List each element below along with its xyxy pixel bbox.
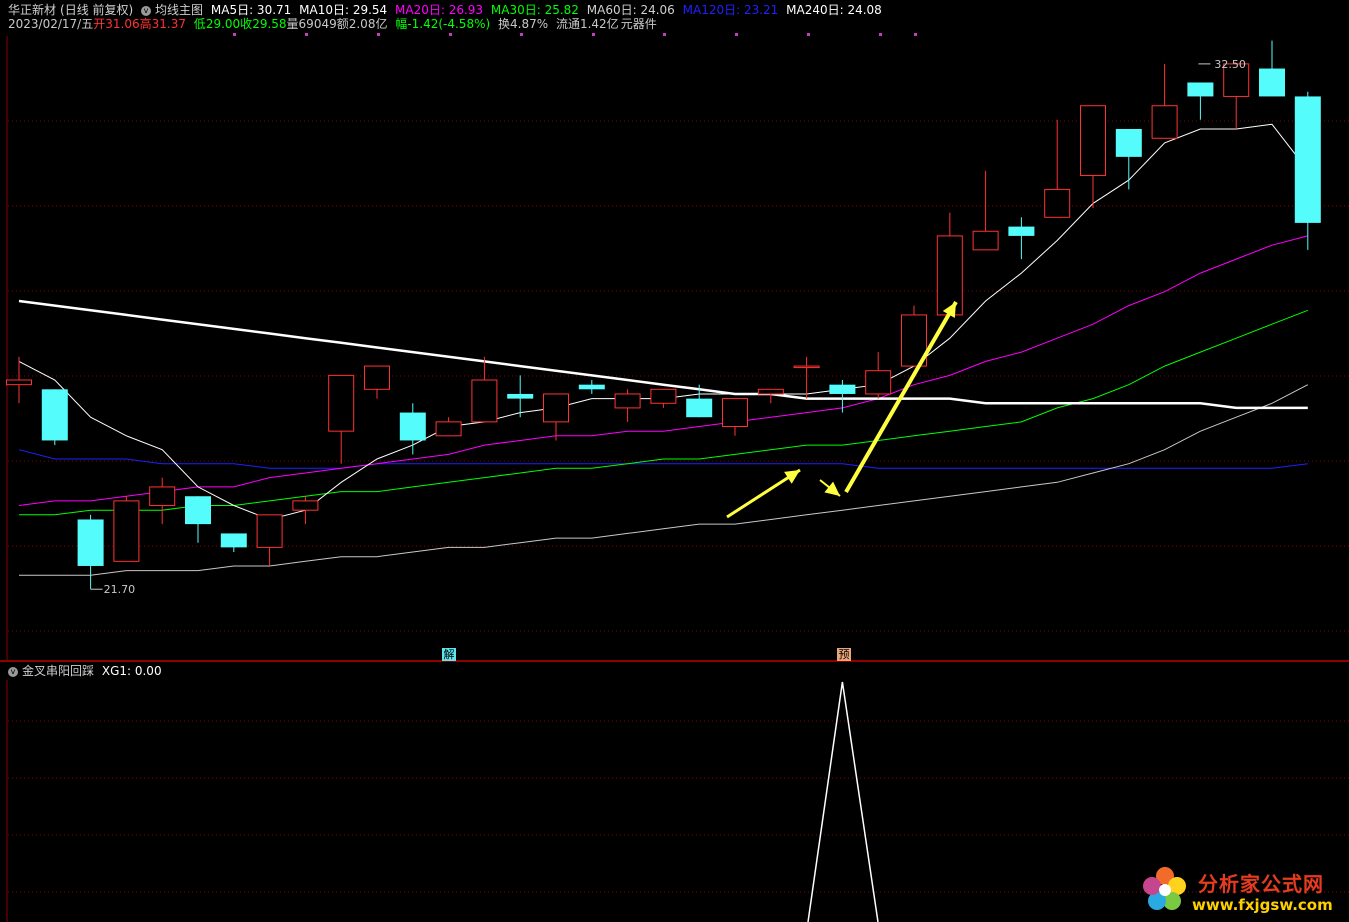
candle-body-8 [292, 500, 319, 511]
flower-logo-icon [1143, 867, 1186, 910]
logo-url: www.fxjgsw.com [1192, 896, 1333, 914]
candle-body-28 [1008, 226, 1035, 236]
candle-body-21 [757, 388, 784, 395]
top-tick-marker-5 [592, 33, 595, 36]
candle-body-35 [1259, 68, 1285, 97]
candle-body-27 [972, 230, 999, 251]
watermark-logo: 分析家公式网 www.fxjgsw.com [1140, 862, 1340, 918]
candle-body-4 [149, 486, 176, 507]
candle-body-26 [936, 235, 963, 316]
top-tick-marker-4 [520, 33, 523, 36]
candle-body-15 [543, 393, 569, 423]
high-price-label: 32.50 [1214, 58, 1246, 71]
candle-body-11 [399, 412, 426, 441]
low-price-label: 21.70 [104, 583, 136, 596]
candle-body-16 [578, 384, 605, 390]
top-tick-marker-9 [879, 33, 882, 36]
candle-body-13 [471, 379, 498, 423]
candle-body-3 [113, 500, 140, 562]
ma60-line [19, 384, 1309, 576]
candle-body-20 [722, 398, 748, 428]
logo-name: 分析家公式网 [1198, 872, 1324, 896]
candle-body-22 [793, 365, 820, 369]
candle-body-5 [185, 496, 211, 525]
candle-body-19 [686, 398, 713, 418]
candle-body-12 [435, 421, 462, 437]
candle-body-24 [865, 370, 892, 395]
ma5-line [18, 123, 1309, 521]
candle-body-0 [6, 379, 32, 386]
top-tick-marker-1 [305, 33, 308, 36]
chart-canvas[interactable]: 32.50 21.70 [0, 0, 1349, 922]
annotation-arrow-1-head [784, 470, 800, 484]
signal-tag-jie: 解 [442, 648, 456, 661]
top-tick-marker-8 [807, 33, 810, 36]
candle-body-7 [256, 514, 283, 548]
candle-body-36 [1294, 96, 1321, 223]
candle-body-10 [364, 365, 390, 390]
candle-body-2 [77, 519, 104, 566]
top-tick-marker-3 [449, 33, 452, 36]
candle-body-14 [507, 393, 534, 399]
top-tick-marker-0 [233, 33, 236, 36]
candle-body-9 [328, 374, 355, 432]
candle-body-31 [1115, 128, 1142, 157]
ma30-line [19, 309, 1308, 516]
candle-body-18 [650, 388, 677, 404]
candle-body-33 [1187, 82, 1214, 97]
candle-body-17 [614, 393, 641, 409]
candle-body-29 [1044, 188, 1071, 218]
ma20-line [18, 235, 1308, 506]
signal-tag-yu: 预 [837, 648, 851, 661]
annotation-arrow-2-head [824, 481, 840, 496]
xg1-signal-line [807, 681, 879, 922]
candle-body-30 [1080, 105, 1106, 176]
candle-body-1 [41, 389, 68, 441]
candle-body-32 [1151, 105, 1178, 139]
top-tick-marker-10 [914, 33, 917, 36]
candle-body-6 [220, 533, 247, 548]
top-tick-marker-6 [663, 33, 666, 36]
top-tick-marker-7 [735, 33, 738, 36]
candle-body-23 [829, 384, 856, 394]
top-tick-marker-2 [377, 33, 380, 36]
